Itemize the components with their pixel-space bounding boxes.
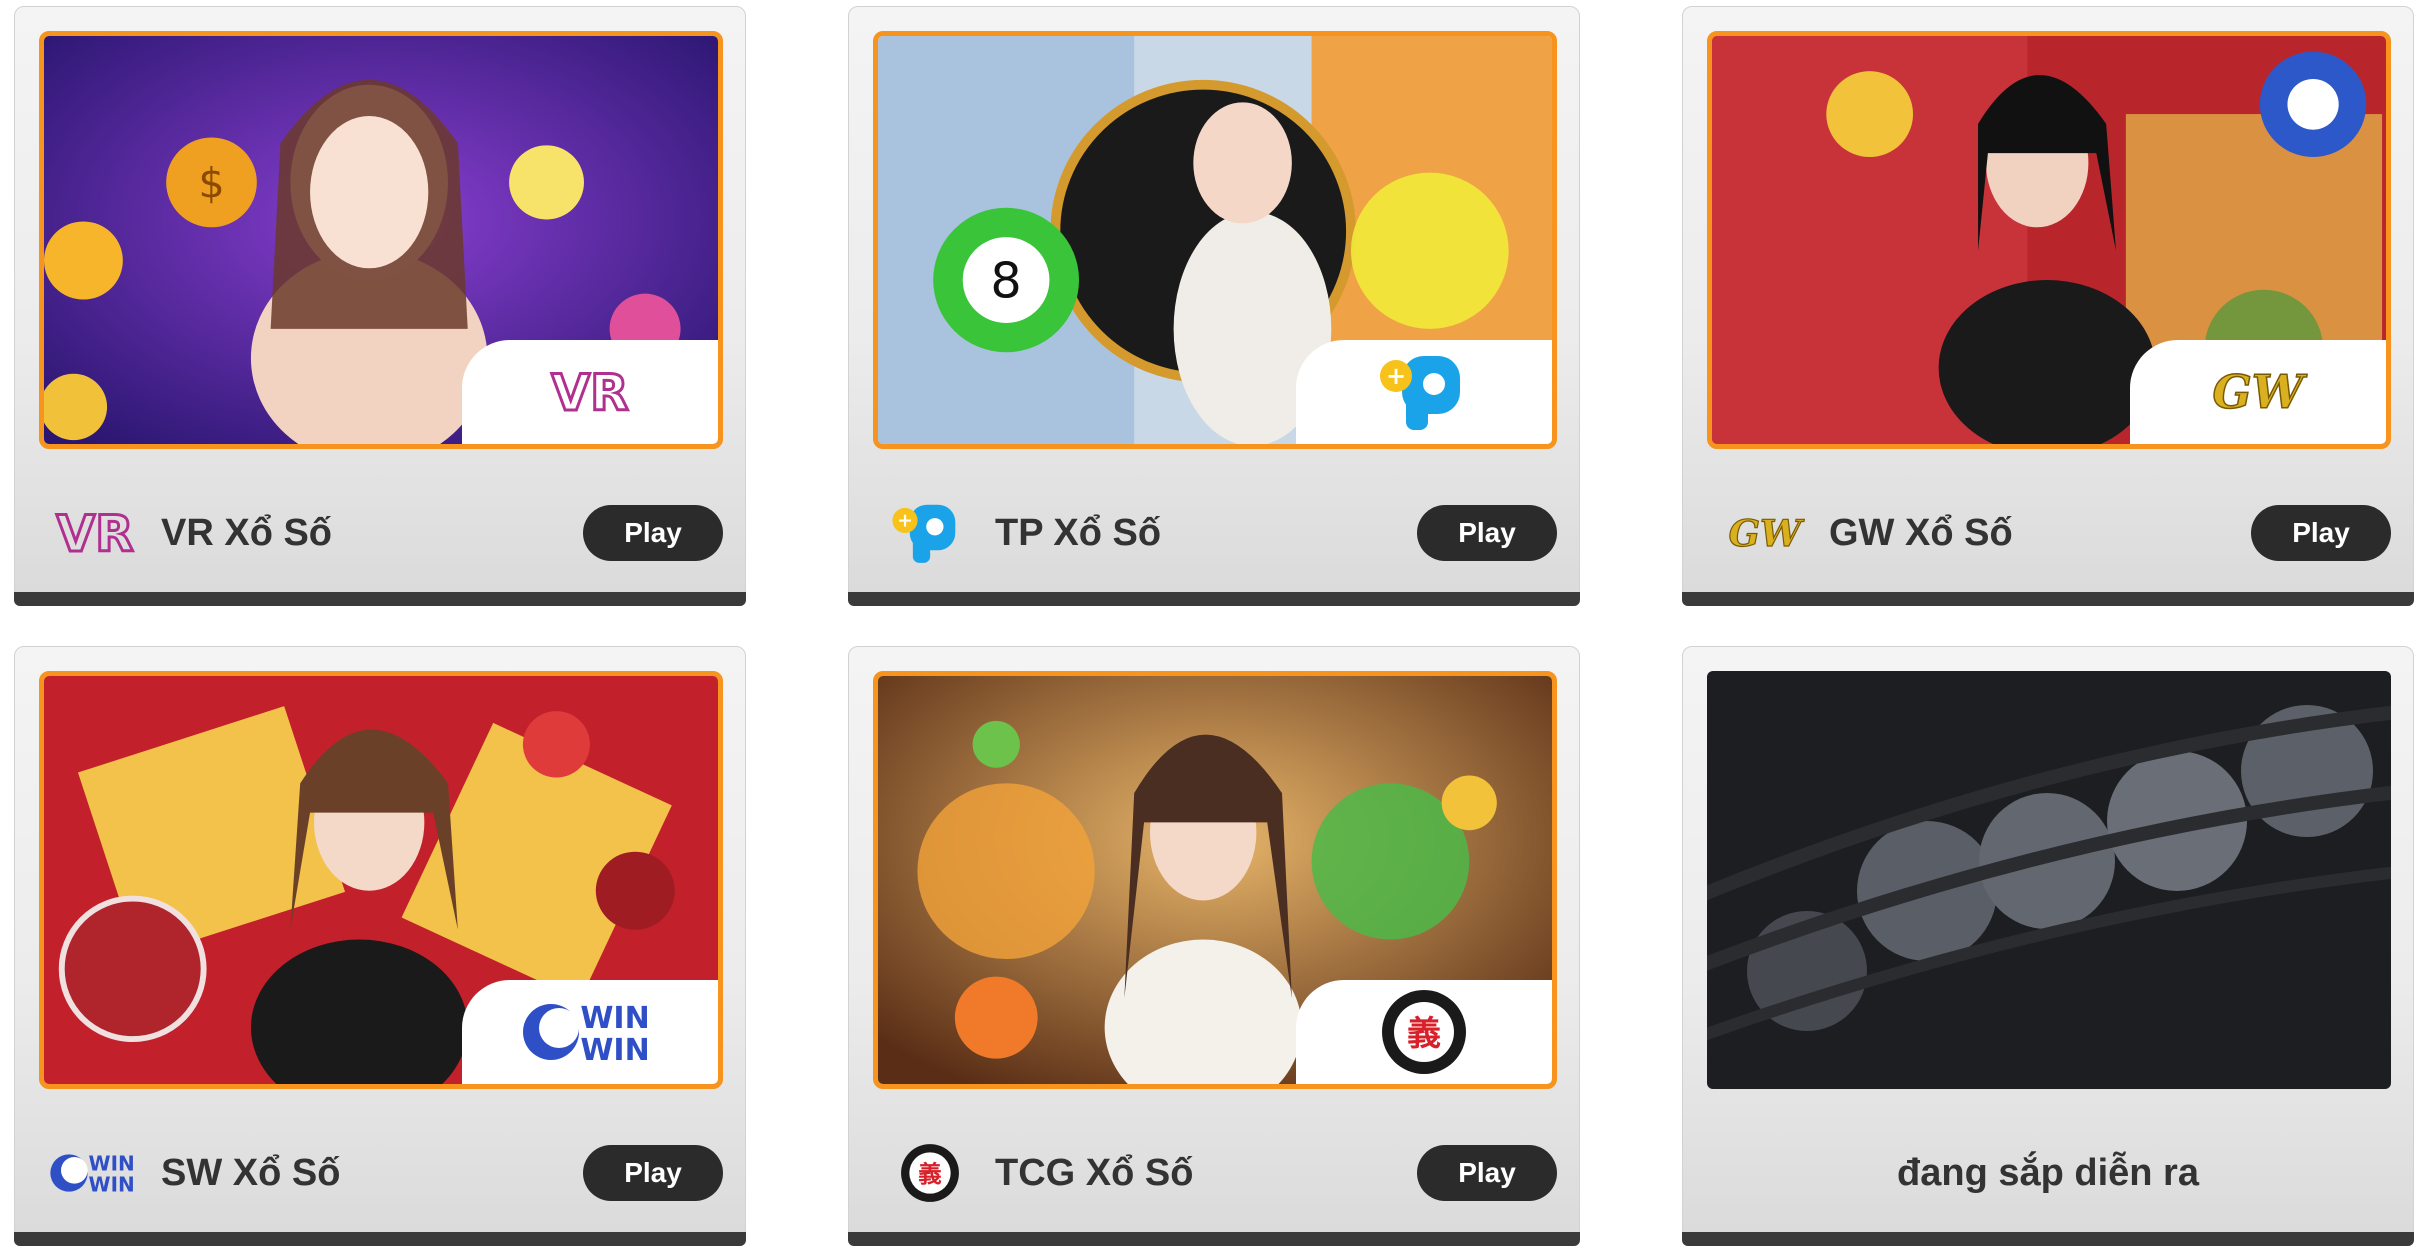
game-card-footer: + TP Xổ Số Play: [879, 485, 1557, 581]
coming-soon-label: đang sắp diễn ra: [1897, 1151, 2199, 1194]
svg-text:$: $: [198, 159, 224, 207]
game-banner-image[interactable]: $ VR: [39, 31, 723, 449]
game-card-coming-soon: đang sắp diễn ra: [1682, 646, 2414, 1246]
play-button[interactable]: Play: [583, 1145, 723, 1201]
svg-text:+: +: [1386, 362, 1406, 390]
tp-logo-icon: +: [1380, 356, 1460, 430]
play-button[interactable]: Play: [583, 505, 723, 561]
play-button[interactable]: Play: [2251, 505, 2391, 561]
provider-badge: VR: [462, 340, 718, 444]
tp-logo-icon: +: [879, 501, 983, 565]
game-title: GW Xổ Số: [1829, 511, 2013, 554]
sw-logo-text-top: WIN: [89, 1151, 135, 1175]
game-title: VR Xổ Số: [161, 511, 333, 554]
vr-logo-icon: VR: [550, 364, 630, 420]
gw-logo-icon: GW: [2212, 364, 2309, 420]
gw-logo-text: GW: [2213, 365, 2308, 419]
game-card-footer: WIN WIN SW Xổ Số Play: [45, 1125, 723, 1221]
game-card-footer: 義 TCG Xổ Số Play: [879, 1125, 1557, 1221]
game-card-vr[interactable]: $ VR VR VR Xổ Số Play: [14, 6, 746, 606]
tcg-logo-text: 義: [1407, 1014, 1441, 1054]
play-button[interactable]: Play: [1417, 1145, 1557, 1201]
lottery-drum-art: [1707, 671, 2391, 1089]
provider-badge: GW: [2130, 340, 2386, 444]
tcg-logo-icon: 義: [1382, 990, 1466, 1074]
tcg-logo-text: 義: [918, 1160, 941, 1188]
game-title: SW Xổ Số: [161, 1151, 341, 1194]
game-card-tp[interactable]: 8 + + TP Xổ Số Play: [848, 6, 1580, 606]
game-card-footer: GW GW Xổ Số Play: [1713, 485, 2391, 581]
vr-logo-icon: VR: [45, 501, 149, 565]
svg-text:+: +: [897, 511, 913, 532]
sw-logo-text-bottom: WIN: [580, 1033, 649, 1068]
provider-badge: 義: [1296, 980, 1552, 1084]
coming-soon-banner-image: [1707, 671, 2391, 1089]
provider-badge: +: [1296, 340, 1552, 444]
sw-logo-text-top: WIN: [580, 1001, 649, 1036]
provider-badge: WIN WIN: [462, 980, 718, 1084]
game-card-tcg[interactable]: 義 義 TCG Xổ Số Play: [848, 646, 1580, 1246]
game-banner-image[interactable]: WIN WIN: [39, 671, 723, 1089]
play-button[interactable]: Play: [1417, 505, 1557, 561]
game-card-gw[interactable]: GW GW GW Xổ Số Play: [1682, 6, 2414, 606]
sw-logo-text-bottom: WIN: [89, 1173, 135, 1197]
sw-winwin-logo-icon: WIN WIN: [523, 1001, 650, 1068]
game-title: TP Xổ Số: [995, 511, 1162, 554]
game-title: TCG Xổ Số: [995, 1151, 1194, 1194]
game-banner-image[interactable]: 義: [873, 671, 1557, 1089]
svg-text:8: 8: [990, 252, 1021, 310]
game-card-sw[interactable]: WIN WIN WIN WIN SW Xổ Số Play: [14, 646, 746, 1246]
tcg-logo-icon: 義: [879, 1141, 983, 1205]
sw-winwin-logo-icon: WIN WIN: [45, 1141, 149, 1205]
gw-logo-icon: GW: [1713, 501, 1817, 565]
game-banner-image[interactable]: 8 +: [873, 31, 1557, 449]
vr-logo-text: VR: [551, 364, 628, 420]
vr-logo-text: VR: [56, 505, 133, 561]
gw-logo-text: GW: [1729, 511, 1805, 555]
game-banner-image[interactable]: GW: [1707, 31, 2391, 449]
game-card-footer: VR VR Xổ Số Play: [45, 485, 723, 581]
